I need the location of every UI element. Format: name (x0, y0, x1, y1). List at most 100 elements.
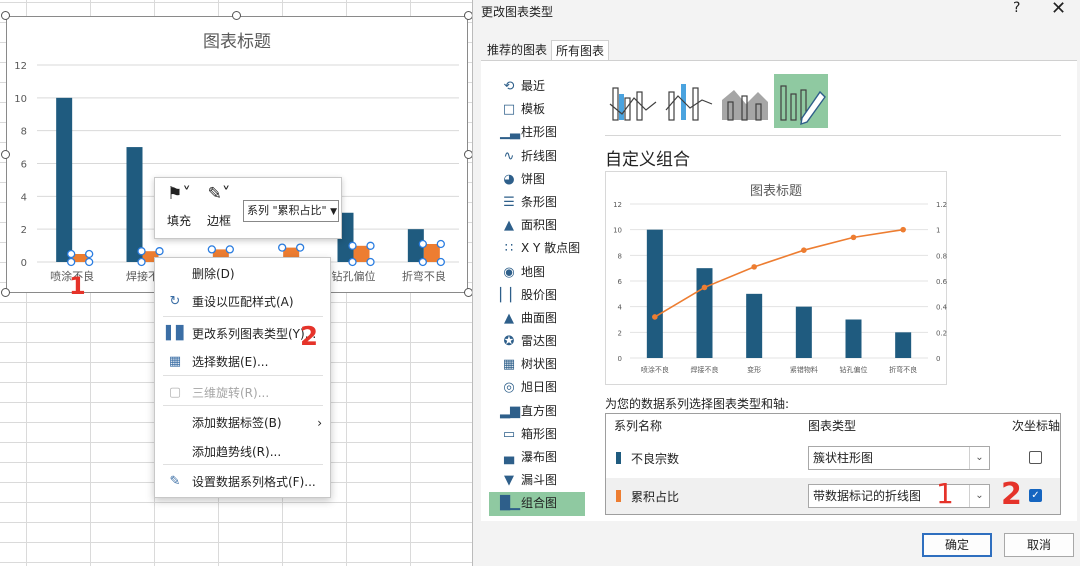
menu-item-7[interactable]: ✎ 设置数据系列格式(F)... (155, 468, 330, 496)
chart-type-item[interactable]: ∷ X Y 散点图 (489, 237, 585, 260)
combo-subtype-stacked-area-column[interactable] (718, 74, 772, 128)
resize-handle[interactable] (1, 288, 10, 297)
annotation-mark-1: 1 (69, 272, 86, 300)
chart-type-item[interactable]: █▁ 组合图 (489, 492, 585, 516)
point-selection-handle[interactable] (155, 247, 164, 256)
reset-style-icon: ↻ (169, 294, 181, 309)
menu-item-4: ▢ 三维旋转(R)... (155, 379, 330, 407)
chart-type-label: 树状图 (521, 357, 558, 372)
y-tick-label: 12 (14, 61, 27, 72)
chart-type-item[interactable]: ▦ 树状图 (489, 353, 585, 376)
fill-button[interactable]: ⚑˅ 填充 (161, 184, 197, 229)
menu-item-0[interactable]: 删除(D) (155, 260, 330, 288)
point-selection-handle[interactable] (436, 239, 445, 249)
series-row[interactable]: 不良宗数 簇状柱形图 ⌄ (606, 440, 1060, 476)
combo-subtype-column-line-secondary[interactable] (662, 74, 716, 128)
cancel-button[interactable]: 取消 (1004, 533, 1074, 557)
annotation-mark-2: 2 (1001, 477, 1022, 512)
excel-chart-plot[interactable]: 024681012喷涂不良 焊接不 钻孔偏位 折弯不良 (7, 17, 469, 294)
resize-handle[interactable] (1, 11, 10, 20)
series-chart-type-select[interactable]: 带数据标记的折线图 ⌄ (808, 484, 990, 508)
point-selection-handle[interactable] (67, 257, 76, 267)
point-selection-handle[interactable] (207, 245, 216, 254)
chart-type-item[interactable]: ◎ 旭日图 (489, 376, 585, 399)
chart-type-item[interactable]: ▲ 曲面图 (489, 307, 585, 330)
y-tick-label: 4 (618, 304, 623, 312)
chart-type-item[interactable]: ▏▏ 股价图 (489, 284, 585, 307)
ok-button[interactable]: 确定 (922, 533, 992, 557)
secondary-axis-checkbox[interactable] (1029, 451, 1042, 464)
combo-subtype-clustered-column-line[interactable] (606, 74, 660, 128)
chart-type-item[interactable]: ▁▃ 柱形图 (489, 121, 585, 144)
preview-line-marker (652, 314, 658, 320)
y-tick-label: 2 (618, 329, 622, 337)
point-selection-handle[interactable] (348, 241, 357, 250)
point-selection-handle[interactable] (366, 241, 375, 250)
tab-all-charts[interactable]: 所有图表 (551, 40, 610, 60)
menu-item-3[interactable]: ▦ 选择数据(E)... (155, 348, 330, 376)
menu-item-6[interactable]: 添加趋势线(R)... (155, 438, 330, 466)
y-tick-label: 8 (21, 127, 27, 138)
chevron-down-icon: ⌄ (969, 485, 989, 507)
resize-handle[interactable] (464, 288, 472, 297)
resize-handle[interactable] (464, 150, 472, 159)
series-chart-type-select[interactable]: 簇状柱形图 ⌄ (808, 446, 990, 470)
chart-type-item[interactable]: ▂▆ 直方图 (489, 400, 585, 423)
point-selection-handle[interactable] (225, 245, 234, 254)
menu-separator (163, 464, 323, 465)
preview-bar (845, 319, 862, 358)
excel-sheet[interactable]: 图表标题 0 2 4 6 8 10 12 喷涂不良 焊接不 钻孔偏位 折弯不良 ⚑˅ 填充 ✎˅ 边… (0, 0, 472, 566)
chart-bar-selected[interactable] (423, 244, 440, 262)
point-selection-handle[interactable] (436, 257, 445, 267)
chart-bar[interactable] (56, 97, 73, 262)
point-selection-handle[interactable] (85, 257, 94, 267)
point-selection-handle[interactable] (296, 243, 305, 252)
close-button[interactable]: ✕ (1051, 0, 1066, 19)
combo-subtype-custom[interactable] (774, 74, 828, 128)
point-selection-handle[interactable] (85, 249, 94, 259)
point-selection-handle[interactable] (67, 249, 76, 259)
chart-type-item[interactable]: ▄ 瀑布图 (489, 446, 585, 469)
chart-type-item[interactable]: ▲ 面积图 (489, 214, 585, 237)
menu-item-5[interactable]: 添加数据标签(B) › (155, 409, 330, 437)
chart-type-item[interactable]: ◕ 饼图 (489, 168, 585, 191)
resize-handle[interactable] (232, 11, 241, 20)
point-selection-handle[interactable] (137, 257, 146, 267)
chart-type-item[interactable]: ✪ 雷达图 (489, 330, 585, 353)
y-tick-label: 8 (618, 252, 622, 260)
preview-line-marker (701, 284, 708, 291)
chart-type-item[interactable]: ▼ 漏斗图 (489, 469, 585, 492)
chart-type-label: 折线图 (521, 148, 558, 163)
excel-chart[interactable]: 图表标题 0 2 4 6 8 10 12 喷涂不良 焊接不 钻孔偏位 折弯不良 (6, 16, 468, 293)
chart-type-item[interactable]: ⟲ 最近 (489, 75, 585, 98)
chart-type-item[interactable]: ◉ 地图 (489, 261, 585, 284)
chart-type-label: 组合图 (521, 496, 558, 511)
resize-handle[interactable] (1, 150, 10, 159)
resize-handle[interactable] (464, 11, 472, 20)
point-selection-handle[interactable] (137, 247, 146, 256)
chart-bar[interactable] (126, 147, 143, 262)
series-row[interactable]: 累积占比 带数据标记的折线图 ⌄ ✓ (606, 478, 1060, 514)
point-selection-handle[interactable] (418, 239, 427, 249)
chart-type-item[interactable]: ☰ 条形图 (489, 191, 585, 214)
chart-type-item[interactable]: □ 模板 (489, 98, 585, 121)
tab-recommended-charts[interactable]: 推荐的图表 (483, 40, 551, 60)
point-selection-handle[interactable] (278, 243, 287, 252)
chart-type-item[interactable]: ∿ 折线图 (489, 145, 585, 168)
point-selection-handle[interactable] (418, 257, 427, 267)
chart-type-label: 瀑布图 (521, 450, 558, 464)
chevron-down-icon: ⌄ (969, 447, 989, 469)
menu-item-1[interactable]: ↻ 重设以匹配样式(A) (155, 288, 330, 316)
border-button[interactable]: ✎˅ 边框 (201, 184, 237, 229)
y2-tick-label: 1.2 (936, 201, 947, 209)
chart-type-item[interactable]: ▭ 箱形图 (489, 423, 585, 446)
series-select[interactable]: 系列 "累积占比" ▼ (243, 200, 339, 222)
select-data-icon: ▦ (168, 354, 182, 369)
point-selection-handle[interactable] (348, 257, 357, 267)
point-selection-handle[interactable] (366, 257, 375, 267)
help-button[interactable]: ? (1013, 0, 1020, 16)
chart-bar-selected[interactable] (353, 245, 370, 262)
y2-tick-label: 1 (936, 227, 940, 235)
chart-type-label: 漏斗图 (521, 473, 558, 488)
secondary-axis-checkbox[interactable]: ✓ (1029, 489, 1042, 502)
